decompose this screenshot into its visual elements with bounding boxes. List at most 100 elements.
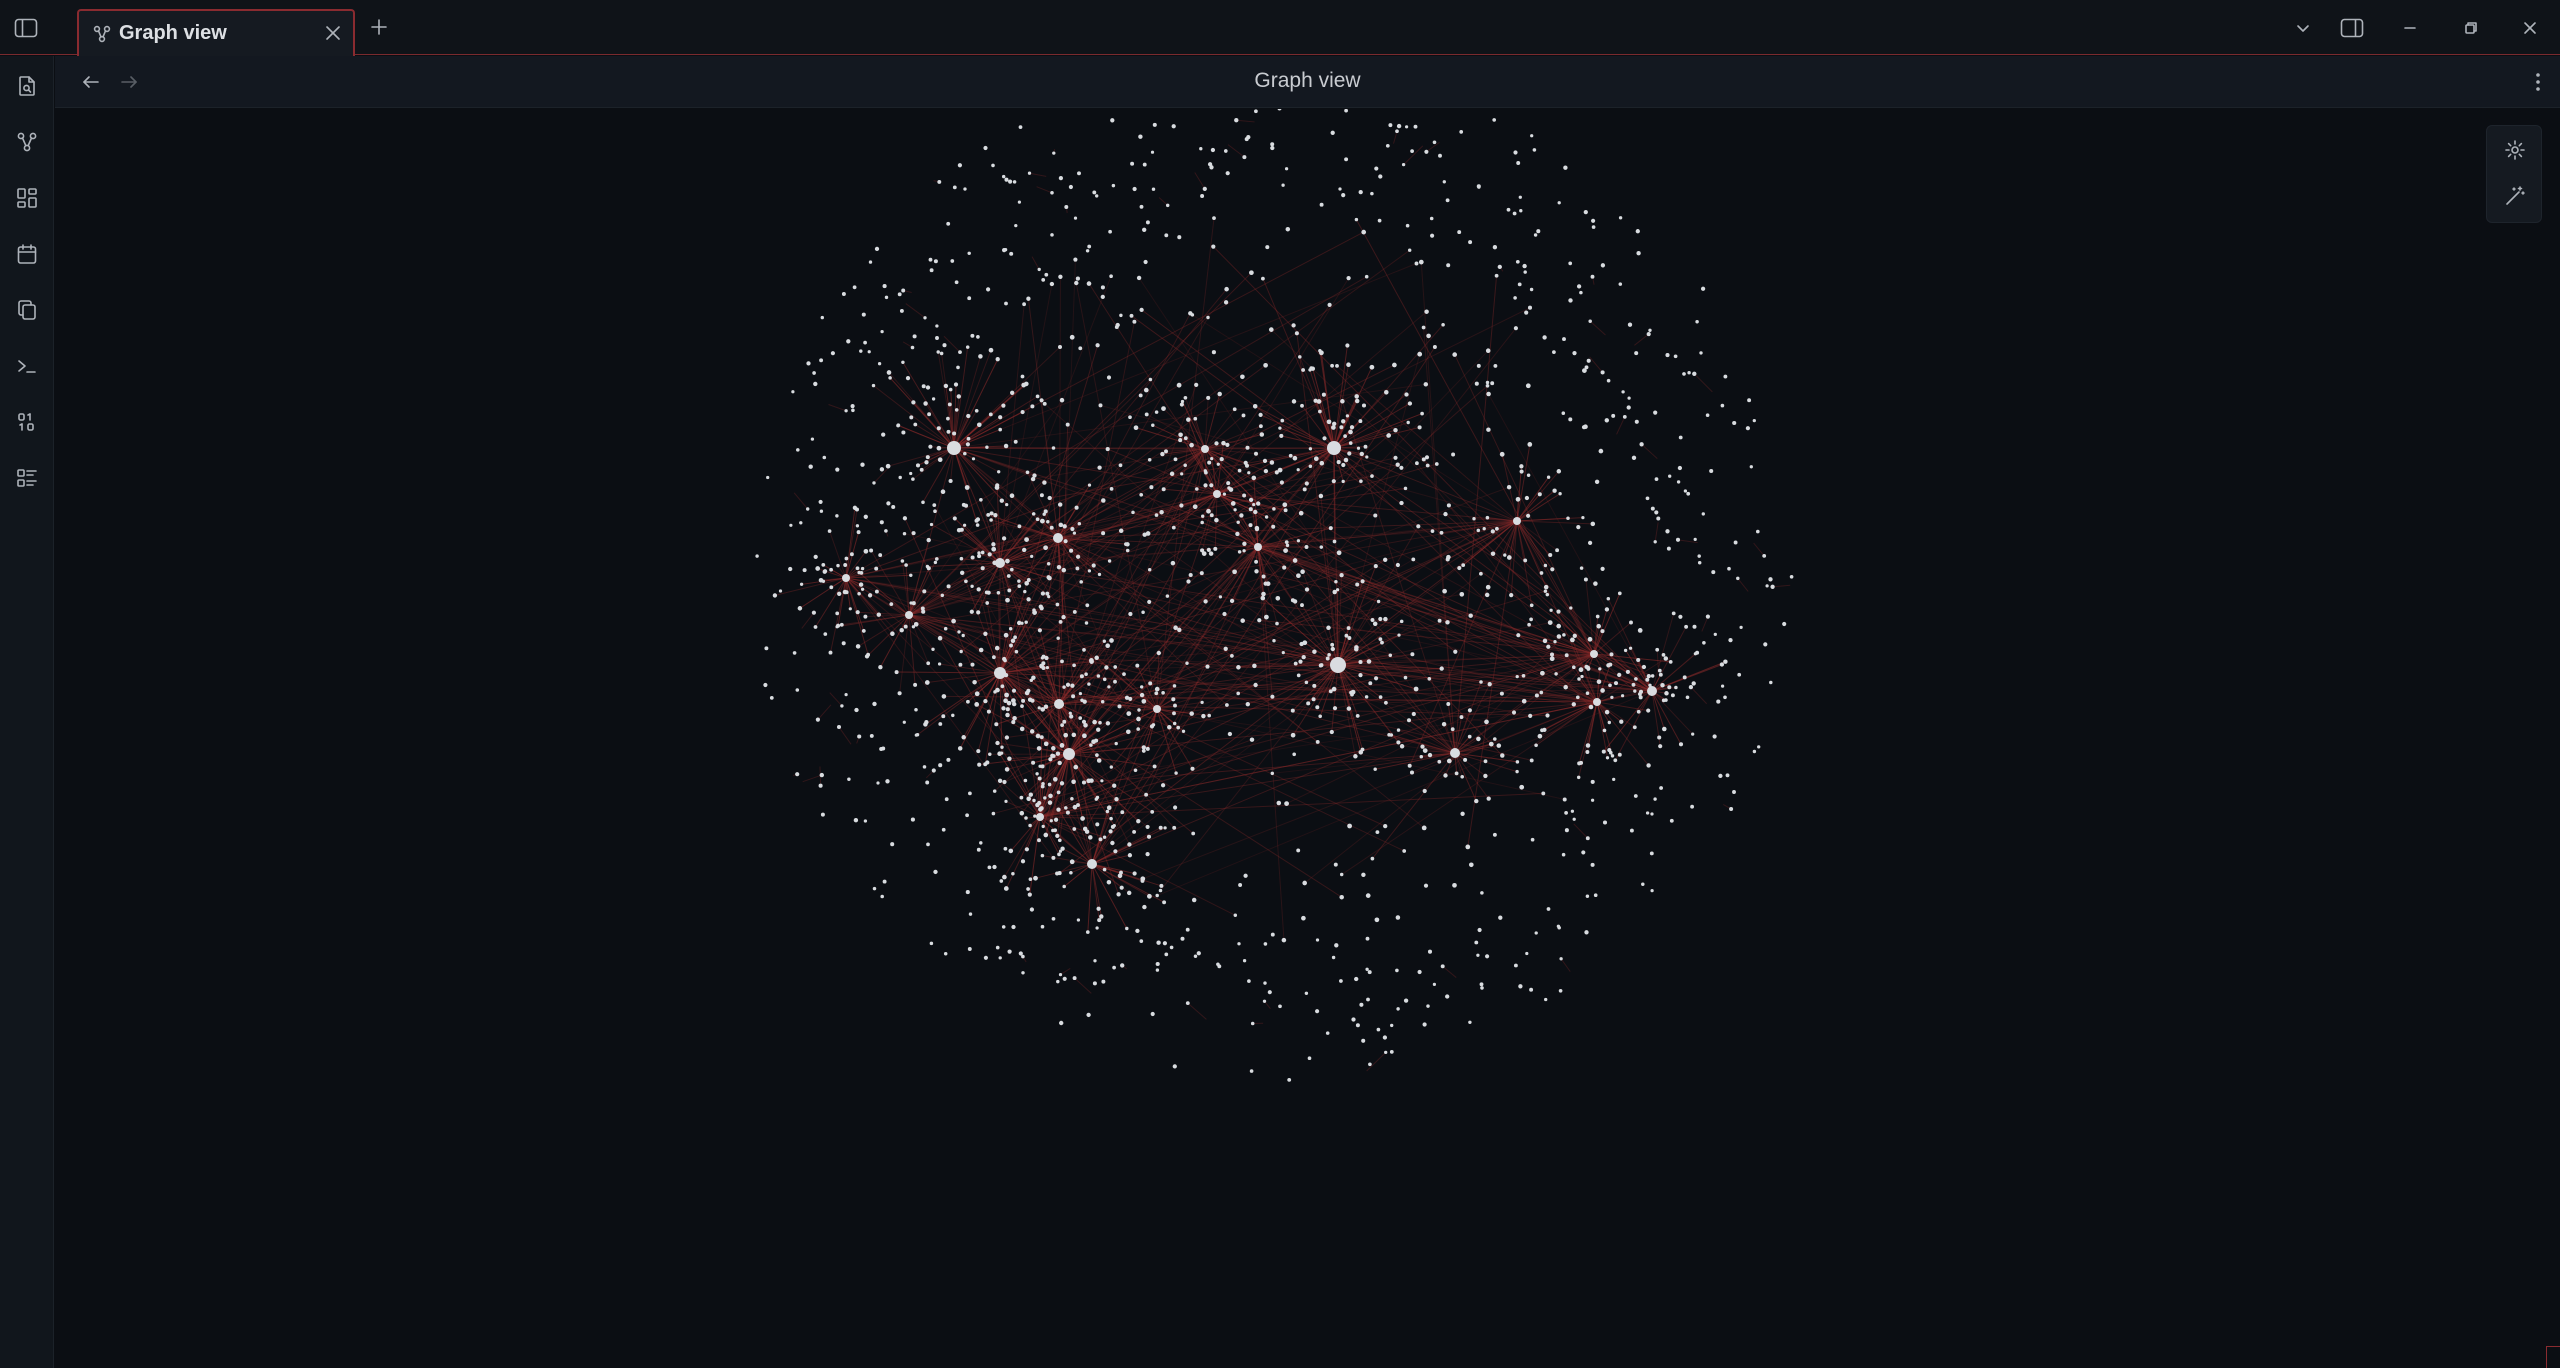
graph-node[interactable] — [1161, 406, 1166, 411]
graph-node[interactable] — [1705, 413, 1710, 417]
graph-node[interactable] — [1095, 795, 1100, 800]
graph-node[interactable] — [1542, 638, 1548, 644]
graph-node[interactable] — [1430, 529, 1435, 533]
graph-node[interactable] — [1572, 633, 1577, 638]
graph-node[interactable] — [1600, 263, 1606, 268]
graph-node[interactable] — [819, 509, 824, 513]
graph-node[interactable] — [863, 614, 868, 619]
graph-node[interactable] — [1033, 875, 1038, 881]
graph-node[interactable] — [1723, 695, 1727, 700]
graph-node[interactable] — [1366, 997, 1370, 1002]
graph-node[interactable] — [1328, 526, 1333, 531]
graph-node[interactable] — [1009, 567, 1014, 572]
graph-node[interactable] — [1442, 180, 1446, 184]
graph-node[interactable] — [1239, 513, 1244, 518]
graph-node[interactable] — [1678, 435, 1683, 440]
graph-node[interactable] — [1374, 917, 1380, 923]
graph-node[interactable] — [1201, 514, 1205, 518]
graph-node[interactable] — [1661, 698, 1666, 703]
graph-node[interactable] — [835, 514, 839, 518]
graph-node[interactable] — [1001, 706, 1006, 711]
graph-node[interactable] — [1306, 701, 1311, 706]
graph-node[interactable] — [1789, 574, 1794, 579]
graph-node[interactable] — [1143, 259, 1148, 265]
graph-node[interactable] — [1326, 419, 1332, 425]
graph-node[interactable] — [1319, 202, 1324, 207]
graph-node[interactable] — [836, 563, 840, 568]
graph-node[interactable] — [1138, 134, 1143, 139]
graph-node[interactable] — [958, 350, 962, 354]
graph-node[interactable] — [1047, 782, 1052, 787]
graph-node[interactable] — [983, 145, 988, 151]
graph-node[interactable] — [1532, 148, 1537, 152]
graph-node[interactable] — [1087, 244, 1092, 249]
graph-node[interactable] — [1494, 526, 1499, 531]
graph-node[interactable] — [1282, 502, 1288, 508]
graph-node[interactable] — [1335, 364, 1339, 368]
graph-node[interactable] — [904, 563, 908, 567]
graph-node[interactable] — [1132, 871, 1137, 876]
graph-node[interactable] — [1019, 795, 1024, 800]
graph-node[interactable] — [1059, 1020, 1064, 1026]
graph-node[interactable] — [1052, 776, 1058, 782]
graph-node[interactable] — [1529, 617, 1533, 622]
graph-node[interactable] — [1254, 109, 1258, 114]
graph-node[interactable] — [1402, 849, 1407, 853]
graph-node[interactable] — [1004, 767, 1010, 772]
graph-node[interactable] — [1140, 876, 1146, 882]
graph-node[interactable] — [1183, 395, 1188, 400]
graph-node[interactable] — [872, 701, 877, 707]
graph-node[interactable] — [1418, 259, 1424, 265]
graph-node[interactable] — [1087, 483, 1092, 487]
graph-node[interactable] — [1003, 658, 1007, 663]
graph-node[interactable] — [1253, 451, 1259, 456]
graph-node[interactable] — [1534, 931, 1538, 935]
graph-node[interactable] — [1142, 227, 1147, 232]
graph-node[interactable] — [1631, 455, 1637, 460]
graph-node[interactable] — [1367, 970, 1372, 975]
graph-node[interactable] — [1406, 718, 1412, 723]
graph-node[interactable] — [1452, 882, 1457, 888]
graph-node[interactable] — [855, 644, 861, 649]
graph-node[interactable] — [1095, 926, 1099, 930]
graph-node[interactable] — [872, 886, 877, 891]
graph-node[interactable] — [897, 292, 902, 297]
graph-node[interactable] — [986, 590, 991, 595]
graph-node[interactable] — [1020, 859, 1026, 864]
graph-node[interactable] — [1650, 674, 1655, 678]
graph-node[interactable] — [1513, 517, 1521, 525]
graph-node[interactable] — [853, 818, 859, 823]
graph-node[interactable] — [1492, 832, 1497, 837]
graph-node[interactable] — [1125, 926, 1129, 931]
graph-node[interactable] — [1083, 723, 1088, 728]
graph-node[interactable] — [1281, 650, 1285, 655]
graph-node[interactable] — [1315, 938, 1320, 942]
graph-node[interactable] — [1072, 609, 1077, 614]
graph-node[interactable] — [1617, 672, 1622, 678]
graph-node[interactable] — [1304, 991, 1309, 996]
graph-node[interactable] — [1612, 777, 1616, 782]
graph-node[interactable] — [1254, 569, 1259, 574]
graph-node[interactable] — [1085, 930, 1090, 934]
graph-node[interactable] — [999, 879, 1004, 883]
graph-node[interactable] — [1506, 484, 1512, 490]
graph-node[interactable] — [1533, 233, 1538, 237]
graph-node[interactable] — [1302, 487, 1307, 492]
graph-node[interactable] — [997, 778, 1003, 784]
graph-node[interactable] — [1339, 572, 1344, 578]
graph-node[interactable] — [1158, 825, 1163, 830]
graph-node[interactable] — [820, 812, 825, 817]
graph-node[interactable] — [1291, 399, 1297, 404]
graph-node[interactable] — [822, 569, 827, 574]
graph-node[interactable] — [940, 593, 945, 598]
graph-node[interactable] — [1002, 874, 1007, 880]
graph-node[interactable] — [959, 649, 963, 654]
graph-node[interactable] — [1092, 719, 1097, 725]
graph-node[interactable] — [900, 559, 905, 563]
graph-node[interactable] — [1008, 627, 1013, 631]
graph-node[interactable] — [1627, 396, 1631, 400]
graph-network[interactable] — [55, 109, 2560, 1368]
graph-node[interactable] — [1001, 536, 1007, 541]
graph-node[interactable] — [1193, 416, 1198, 421]
graph-node[interactable] — [1697, 554, 1701, 558]
